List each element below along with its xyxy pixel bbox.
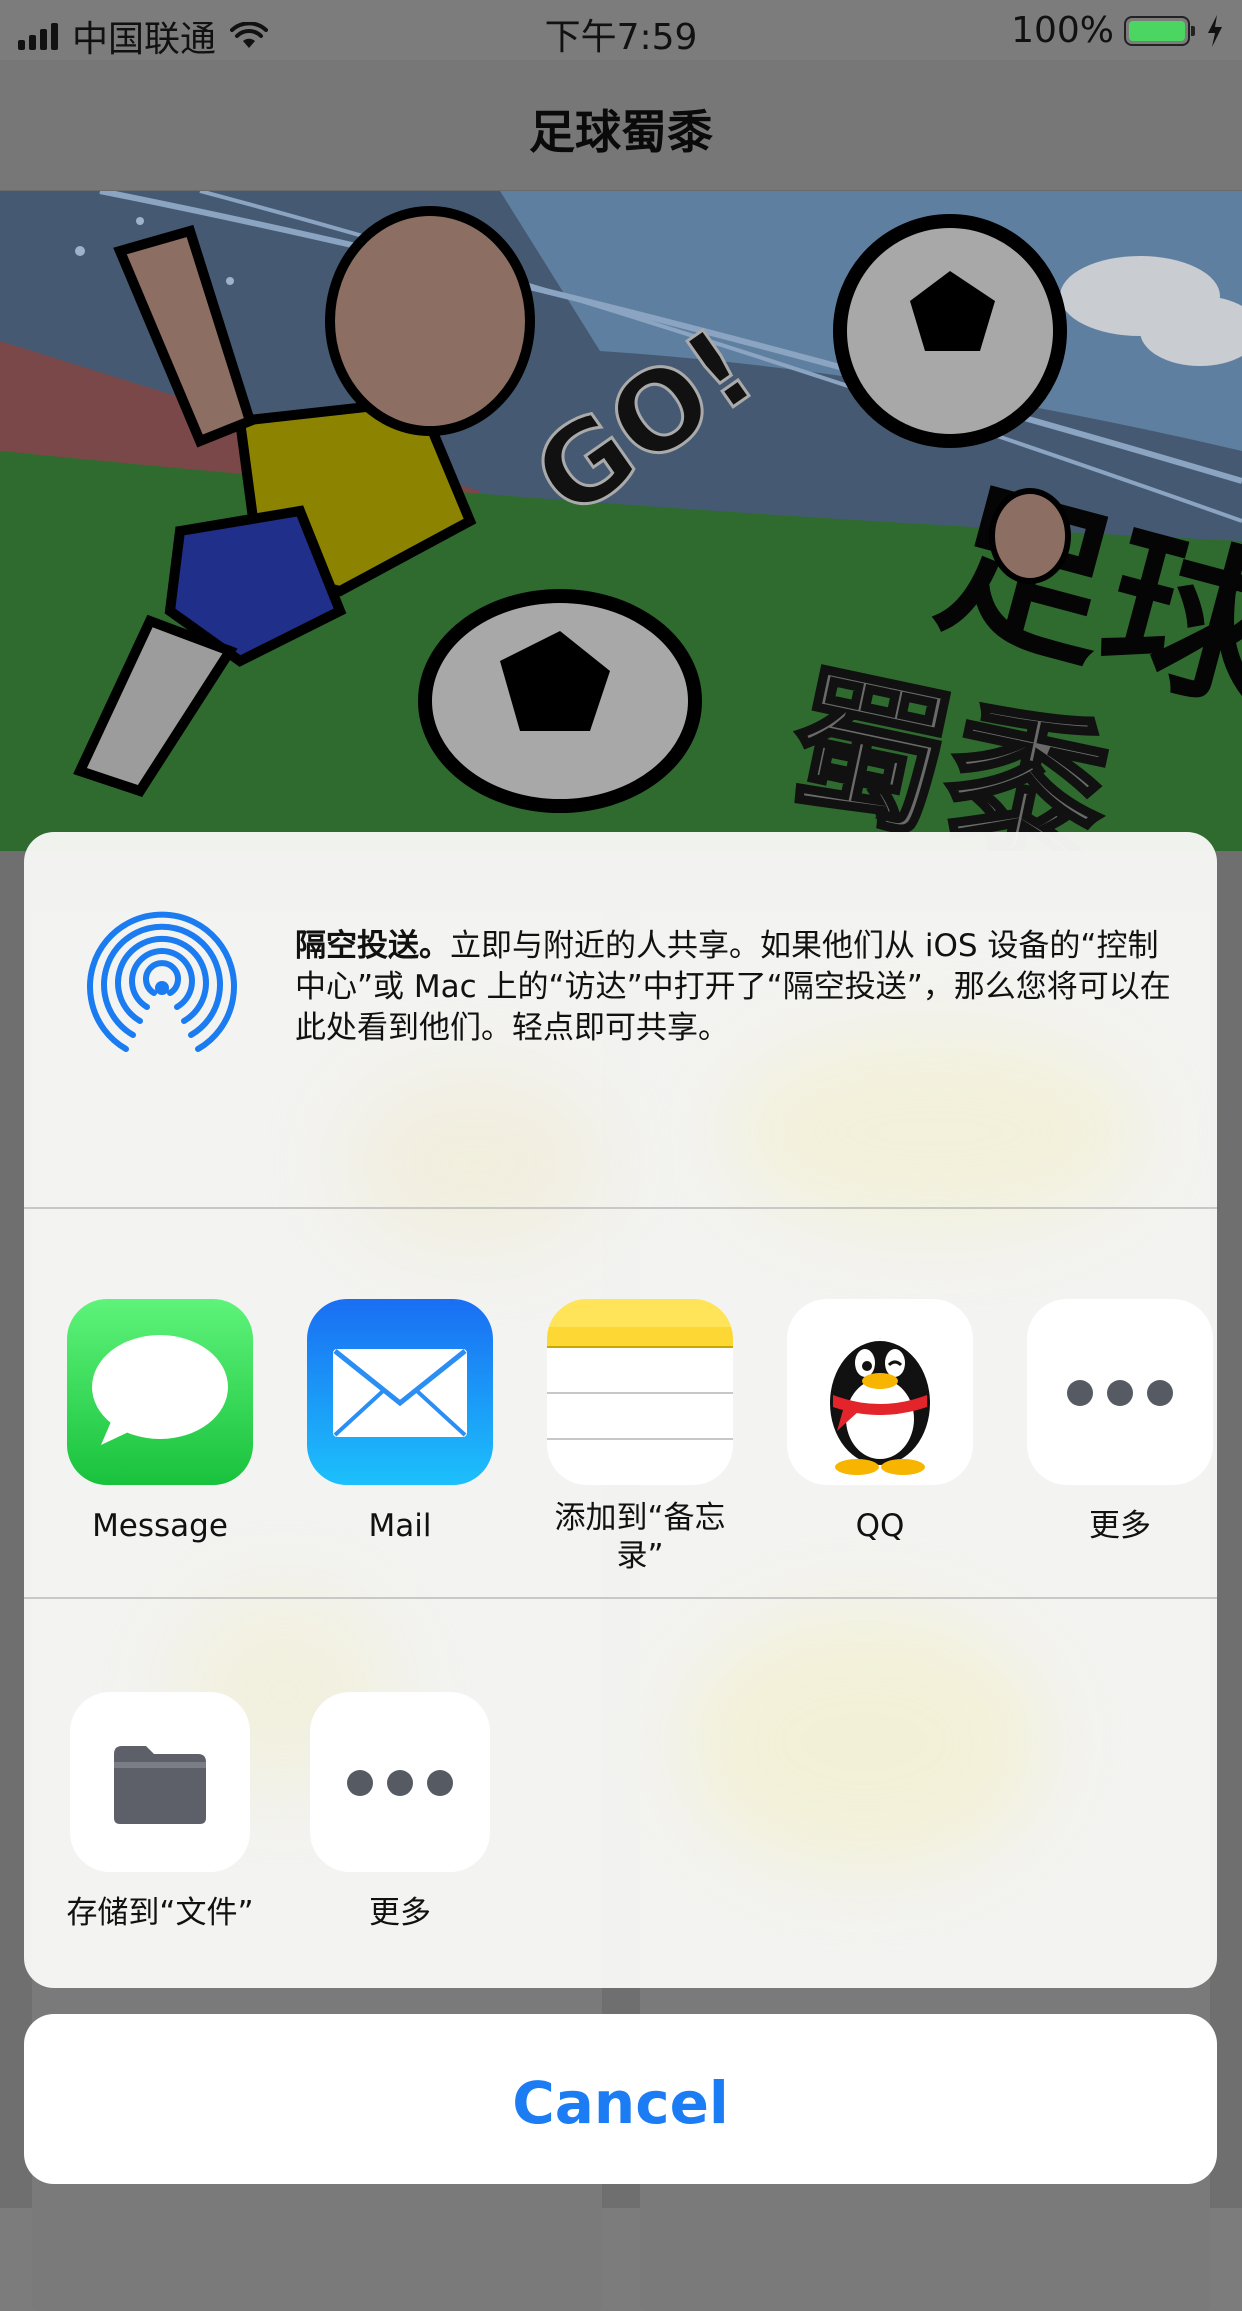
- share-app-label: QQ: [855, 1508, 905, 1544]
- share-app-notes[interactable]: 添加到“备忘录”: [540, 1299, 740, 1575]
- airdrop-icon: [87, 911, 237, 1052]
- notes-icon: [547, 1299, 733, 1485]
- battery-percent: 100%: [1011, 10, 1114, 51]
- share-app-label: 更多: [1089, 1508, 1151, 1544]
- airdrop-description: 隔空投送。立即与附近的人共享。如果他们从 iOS 设备的“控制中心”或 Mac …: [295, 926, 1185, 1049]
- battery-icon: [1124, 15, 1195, 46]
- cancel-label: Cancel: [512, 2069, 729, 2137]
- more-dots-icon: [1027, 1299, 1213, 1485]
- action-more[interactable]: 更多: [300, 1692, 500, 1932]
- page-title: 足球蜀黍: [529, 105, 713, 159]
- folder-icon: [70, 1692, 250, 1872]
- action-save-to-files[interactable]: 存储到“文件”: [60, 1692, 260, 1932]
- share-sheet: 隔空投送。立即与附近的人共享。如果他们从 iOS 设备的“控制中心”或 Mac …: [24, 832, 1217, 1988]
- share-app-label: 添加到“备忘录”: [554, 1500, 726, 1574]
- navigation-bar: 足球蜀黍: [0, 60, 1242, 191]
- airdrop-title: 隔空投送。: [295, 928, 450, 964]
- status-right: 100%: [1011, 10, 1224, 51]
- share-app-label: Mail: [368, 1508, 432, 1544]
- share-apps-row: Message Mail 添加到“备忘录” QQ 更多: [24, 1207, 1217, 1597]
- football-cartoon-illustration: GO! 足球 蜀黍: [0, 191, 1242, 851]
- banner-image: GO! 足球 蜀黍: [0, 191, 1242, 851]
- charging-bolt-icon: [1208, 14, 1222, 47]
- airdrop-section[interactable]: 隔空投送。立即与附近的人共享。如果他们从 iOS 设备的“控制中心”或 Mac …: [24, 832, 1217, 1207]
- qq-penguin-icon: [787, 1299, 973, 1485]
- share-app-label: Message: [92, 1508, 228, 1544]
- share-app-message[interactable]: Message: [60, 1299, 260, 1545]
- messages-icon: [67, 1299, 253, 1485]
- share-app-qq[interactable]: QQ: [780, 1299, 980, 1545]
- share-app-mail[interactable]: Mail: [300, 1299, 500, 1545]
- mail-icon: [307, 1299, 493, 1485]
- share-app-more[interactable]: 更多: [1020, 1299, 1217, 1545]
- more-dots-icon: [310, 1692, 490, 1872]
- status-bar: 中国联通 下午7:59 100%: [0, 0, 1242, 60]
- actions-row: 存储到“文件” 更多: [24, 1597, 1217, 1987]
- cancel-button[interactable]: Cancel: [24, 2014, 1217, 2184]
- action-label: 存储到“文件”: [66, 1895, 254, 1931]
- action-label: 更多: [369, 1895, 431, 1931]
